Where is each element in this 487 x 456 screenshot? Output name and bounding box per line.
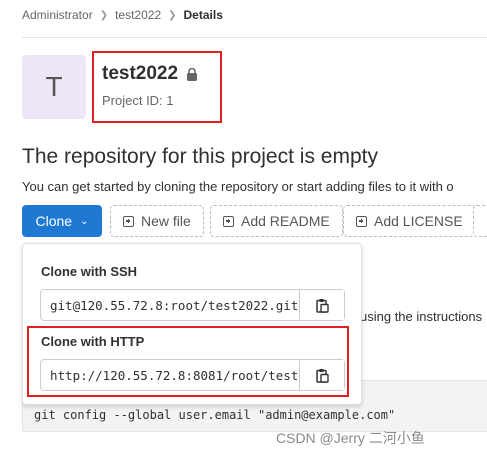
- highlight-box-clone-http: [27, 326, 349, 397]
- empty-repo-description: You can get started by cloning the repos…: [22, 179, 454, 194]
- breadcrumb-project[interactable]: test2022: [115, 8, 161, 22]
- header-divider: [22, 37, 487, 38]
- clone-button[interactable]: Clone ⌄: [22, 205, 102, 237]
- instructions-text: using the instructions: [360, 309, 483, 324]
- project-id: Project ID: 1: [102, 93, 174, 108]
- clipboard-icon: [315, 298, 329, 313]
- chevron-down-icon: ⌄: [80, 215, 89, 227]
- new-file-button[interactable]: New file: [110, 205, 204, 237]
- watermark: CSDN @Jerry 二河小鱼: [276, 430, 425, 446]
- clone-ssh-input[interactable]: git@120.55.72.8:root/test2022.git: [41, 290, 299, 320]
- copy-ssh-button[interactable]: [299, 290, 344, 320]
- breadcrumb-details[interactable]: Details: [184, 8, 223, 22]
- avatar-letter: T: [45, 71, 63, 102]
- add-license-label: Add LICENSE: [374, 213, 463, 229]
- breadcrumb: Administrator ❯ test2022 ❯ Details: [22, 8, 223, 22]
- highlight-box-project-title: [92, 51, 222, 123]
- plus-square-icon: [123, 215, 134, 227]
- empty-repo-title: The repository for this project is empty: [22, 145, 378, 168]
- add-readme-button[interactable]: Add README: [210, 205, 343, 237]
- lock-icon: [187, 67, 198, 81]
- chevron-right-icon: ❯: [99, 9, 109, 21]
- plus-square-icon: [356, 215, 367, 227]
- add-readme-label: Add README: [241, 213, 330, 229]
- clone-ssh-label: Clone with SSH: [41, 264, 138, 279]
- action-row: Clone ⌄: [22, 205, 102, 237]
- clone-ssh-group: git@120.55.72.8:root/test2022.git: [40, 289, 345, 321]
- chevron-right-icon: ❯: [168, 9, 177, 21]
- project-name: test2022: [102, 63, 179, 84]
- more-button[interactable]: [473, 205, 487, 237]
- plus-square-icon: [223, 215, 234, 227]
- clone-button-label: Clone: [35, 213, 73, 229]
- breadcrumb-administrator[interactable]: Administrator: [22, 8, 93, 22]
- git-config-command: git config --global user.email "admin@ex…: [34, 408, 396, 422]
- project-avatar: T: [22, 55, 86, 119]
- new-file-label: New file: [141, 213, 191, 229]
- add-license-button[interactable]: Add LICENSE: [343, 205, 476, 237]
- project-title: test2022: [102, 63, 198, 85]
